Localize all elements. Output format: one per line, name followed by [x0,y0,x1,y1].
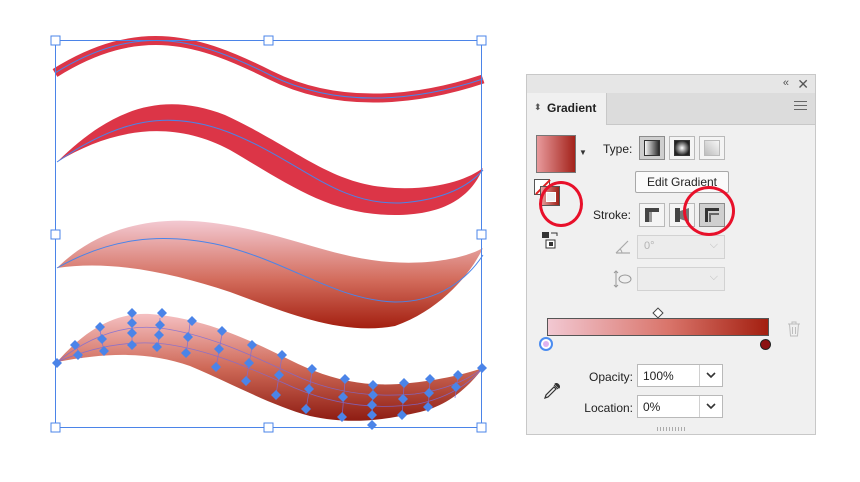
trash-icon[interactable] [787,321,801,337]
panel-tabbar: ⬍ Gradient [527,93,815,125]
collapse-icon[interactable]: « [783,77,789,89]
angle-icon [615,240,630,254]
gradient-slider[interactable] [547,318,769,336]
panel-titlebar[interactable]: « ✕ [527,75,815,93]
swap-fill-stroke-icon[interactable] [541,231,561,249]
type-freeform-button[interactable] [699,136,725,160]
stroke-box[interactable] [540,186,560,206]
gradient-midpoint-handle[interactable] [652,307,664,319]
location-combo[interactable]: 0% [637,395,723,418]
gradient-stop-right[interactable] [760,339,771,350]
edit-gradient-button[interactable]: Edit Gradient [635,171,729,193]
chevron-down-icon: ⌵ [709,271,718,283]
close-icon[interactable]: ✕ [797,76,809,93]
radial-gradient-icon [674,140,690,156]
chevron-down-icon[interactable]: ▼ [579,148,587,157]
location-value[interactable]: 0% [643,400,660,414]
opacity-value[interactable]: 100% [643,369,674,383]
artboard-canvas[interactable] [0,0,520,482]
chevron-down-icon [706,403,716,410]
panel-menu-icon[interactable] [794,101,807,113]
eyedropper-icon[interactable] [542,381,562,401]
type-linear-button[interactable] [639,136,665,160]
tab-gradient[interactable]: ⬍ Gradient [527,93,607,125]
wave-stroke-thin[interactable] [52,36,485,103]
angle-value: 0° [644,240,655,252]
linear-gradient-icon [644,140,660,156]
type-radial-button[interactable] [669,136,695,160]
opacity-dropdown-button[interactable] [699,365,722,386]
type-label: Type: [603,142,633,156]
stroke-label: Stroke: [593,208,632,222]
chevron-down-icon [706,372,716,379]
resize-grip[interactable] [657,427,685,431]
aspect-ratio-icon [613,270,632,288]
stroke-across-button[interactable] [699,203,725,227]
panel-title: Gradient [547,101,597,115]
opacity-combo[interactable]: 100% [637,364,723,387]
opacity-label: Opacity: [588,370,633,384]
location-label: Location: [584,401,633,415]
gradient-panel: « ✕ ⬍ Gradient ▼ Type: Edit Gradient Str… [526,74,816,435]
gradient-swatch[interactable] [536,135,576,173]
location-dropdown-button[interactable] [699,396,722,417]
chevron-down-icon: ⌵ [709,239,718,251]
freeform-gradient-icon [704,140,720,156]
stroke-within-icon [645,208,659,222]
aspect-ratio-field[interactable]: ⌵ [637,267,725,291]
angle-field[interactable]: 0° ⌵ [637,235,725,259]
stroke-within-button[interactable] [639,203,665,227]
wave-stroke-solid[interactable] [57,104,483,215]
stroke-across-icon [705,208,719,222]
tab-expand-icon[interactable]: ⬍ [534,102,542,113]
wave-stroke-gradient[interactable] [57,220,483,329]
stroke-along-icon [675,208,689,222]
stroke-along-button[interactable] [669,203,695,227]
gradient-stop-left[interactable] [539,337,553,351]
